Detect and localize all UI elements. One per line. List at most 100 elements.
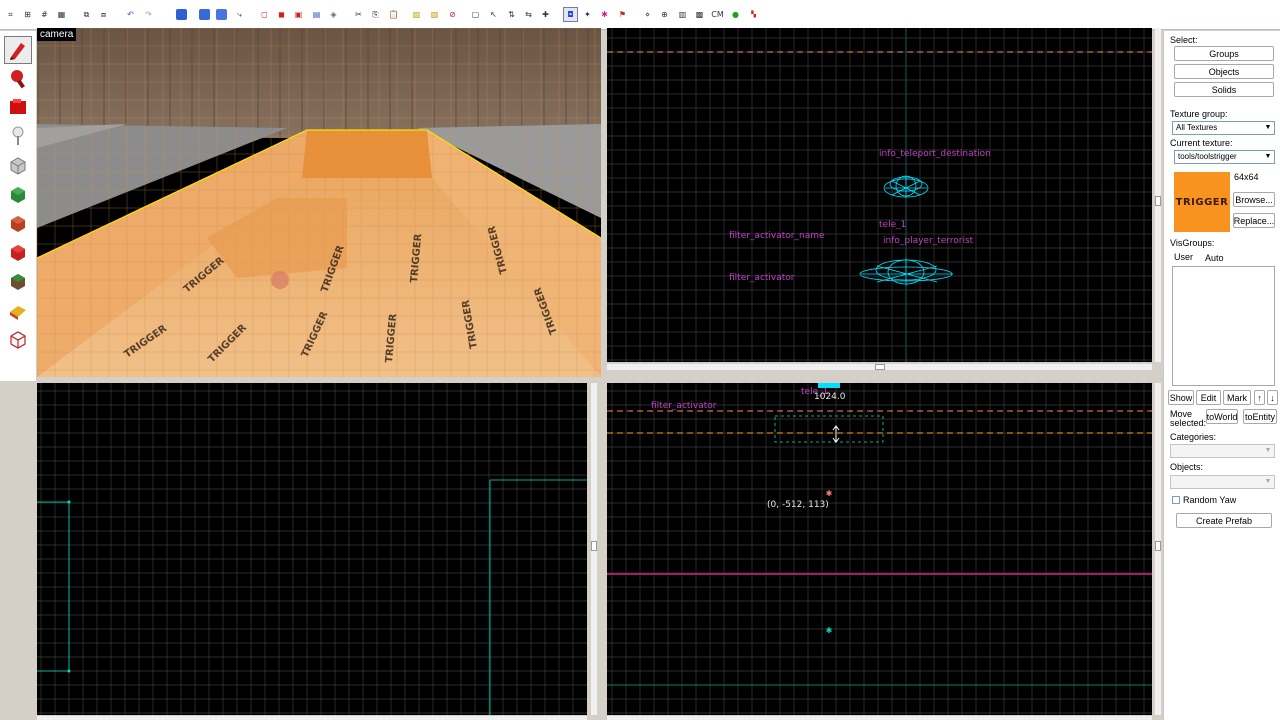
show-button[interactable]: Show	[1168, 390, 1194, 405]
visgroups-list[interactable]	[1172, 266, 1275, 386]
decal-tool-icon[interactable]	[4, 238, 32, 266]
hollow-icon[interactable]	[197, 7, 212, 22]
grid-icon[interactable]: ⌗	[3, 7, 18, 22]
texture-lock-icon[interactable]: ▨	[409, 7, 424, 22]
front-viewport-hscroll[interactable]	[37, 716, 587, 720]
models-icon[interactable]: ◘	[563, 7, 578, 22]
sprites-icon[interactable]: ●	[728, 7, 743, 22]
overlay-tool-icon[interactable]	[4, 267, 32, 295]
group-icon[interactable]: ⧉	[79, 7, 94, 22]
ungroup-icon[interactable]: ⧈	[96, 7, 111, 22]
chevron-down-icon: ▼	[1264, 153, 1272, 160]
tool-palette	[0, 31, 36, 381]
cut-icon[interactable]: ✂	[351, 7, 366, 22]
objects-select[interactable]: ▼	[1170, 475, 1275, 489]
hide-icon[interactable]: ◻	[257, 7, 272, 22]
svg-text:✱: ✱	[826, 489, 833, 498]
map-info-icon[interactable]: ▥	[675, 7, 690, 22]
ignore-groups-icon[interactable]: ⇅	[504, 7, 519, 22]
movie-icon[interactable]: ▩	[692, 7, 707, 22]
magnify-tool-icon[interactable]	[4, 64, 32, 92]
categories-select[interactable]: ▼	[1170, 444, 1275, 458]
camera-viewport[interactable]: camera TRIGGER TRIGGER TRIGGER TRIGGER T…	[37, 28, 601, 377]
cubemap-icon[interactable]: CM	[710, 7, 725, 22]
visgroups-label: VisGroups:	[1170, 238, 1215, 248]
top-2d-viewport[interactable]: info_teleport_destination tele_1 info_pl…	[607, 28, 1152, 362]
check-problems-icon[interactable]: ⚑	[615, 7, 630, 22]
viewport-grid	[607, 28, 1152, 362]
random-yaw-checkbox[interactable]	[1172, 496, 1180, 504]
objects-label: Objects:	[1170, 462, 1204, 472]
camera-label: camera	[37, 28, 77, 41]
chevron-down-icon: ▼	[1264, 478, 1272, 485]
block-tool-icon[interactable]	[4, 151, 32, 179]
select-groups-button[interactable]: Groups	[1174, 46, 1274, 61]
vertex-icon[interactable]: ⤷	[232, 7, 247, 22]
hammer-editor-window: ⌗ ⊞ # ▦ ⧉ ⧈ ↶ ↷ ⤷ ◻ ◼ ▣ ▤ ◈ ✂ ⎘ 📋 ▨ ▧ ⊘ …	[0, 0, 1280, 720]
browse-button[interactable]: Browse...	[1233, 192, 1275, 207]
move-down-icon[interactable]: ↓	[1267, 390, 1278, 405]
merge-icon[interactable]	[214, 7, 229, 22]
show-all-icon[interactable]: ▤	[309, 7, 324, 22]
3d-view-icon[interactable]: ▚	[746, 7, 761, 22]
select-solids-button[interactable]: Solids	[1174, 82, 1274, 97]
brush-outline-right	[489, 479, 587, 715]
apply-texture-icon[interactable]	[4, 209, 32, 237]
to-world-button[interactable]: toWorld	[1206, 409, 1238, 424]
selection-box	[774, 415, 884, 443]
handles-icon[interactable]: ⇆	[521, 7, 536, 22]
grid-larger-icon[interactable]: ▦	[54, 7, 69, 22]
selection-box-icon[interactable]: ▢	[468, 7, 483, 22]
brush-outline-left	[37, 501, 70, 672]
top-viewport-hscroll[interactable]	[607, 364, 1152, 370]
run-map-icon[interactable]: ⊕	[657, 7, 672, 22]
cursor-icon[interactable]: ↖	[486, 7, 501, 22]
side-viewport-vscroll[interactable]	[1155, 383, 1161, 715]
select-objects-button[interactable]: Objects	[1174, 64, 1274, 79]
3d-grid-icon[interactable]: ⊞	[20, 7, 35, 22]
side-2d-viewport[interactable]: ✱ ✱ filter_activator tele_1 1024.0 (0, -…	[607, 383, 1152, 715]
move-up-icon[interactable]: ↑	[1254, 390, 1265, 405]
teleport-destination-mesh	[883, 175, 929, 198]
to-entity-button[interactable]: toEntity	[1243, 409, 1277, 424]
entity-report-icon[interactable]: ✱	[597, 7, 612, 22]
create-prefab-button[interactable]: Create Prefab	[1176, 513, 1272, 528]
front-2d-viewport[interactable]	[37, 383, 587, 715]
align-icon[interactable]: ✚	[538, 7, 553, 22]
texture-scale-lock-icon[interactable]: ▧	[427, 7, 442, 22]
replace-button[interactable]: Replace...	[1233, 213, 1275, 228]
copy-icon[interactable]: ⎘	[368, 7, 383, 22]
top-viewport-vscroll[interactable]	[1155, 28, 1161, 362]
current-texture-label: Current texture:	[1170, 138, 1233, 148]
vertex-tool-icon[interactable]	[4, 325, 32, 353]
undo-icon[interactable]: ↶	[123, 7, 138, 22]
front-viewport-vscroll[interactable]	[591, 383, 597, 715]
show-icon[interactable]: ◼	[274, 7, 289, 22]
current-texture-select[interactable]: tools/toolstrigger ▼	[1174, 150, 1275, 164]
texture-preview[interactable]: TRIGGER	[1174, 172, 1230, 232]
texture-group-select[interactable]: All Textures ▼	[1172, 121, 1275, 135]
select-label: Select:	[1170, 35, 1198, 45]
texture-tool-icon[interactable]	[4, 180, 32, 208]
visgroup-icon[interactable]: ◈	[326, 7, 341, 22]
paste-icon[interactable]: 📋	[386, 7, 401, 22]
camera-tool-icon[interactable]	[4, 93, 32, 121]
carve-icon[interactable]	[174, 7, 189, 22]
no-texture-icon[interactable]: ⊘	[445, 7, 460, 22]
compile-icon[interactable]: ⋄	[640, 7, 655, 22]
move-selected-label-2: selected:	[1170, 418, 1207, 428]
side-viewport-hscroll[interactable]	[607, 716, 1152, 720]
hide-unselected-icon[interactable]: ▣	[291, 7, 306, 22]
helpers-icon[interactable]: ✦	[580, 7, 595, 22]
grid-smaller-icon[interactable]: #	[37, 7, 52, 22]
current-texture-value: tools/toolstrigger	[1178, 152, 1237, 161]
coordinate-readout: (0, -512, 113)	[767, 500, 829, 510]
selection-tool-icon[interactable]	[4, 36, 32, 64]
mark-button[interactable]: Mark	[1223, 390, 1251, 405]
clip-tool-icon[interactable]	[4, 296, 32, 324]
entity-tool-icon[interactable]	[4, 122, 32, 150]
redo-icon[interactable]: ↷	[141, 7, 156, 22]
tab-user[interactable]: User	[1174, 252, 1193, 262]
tab-auto[interactable]: Auto	[1205, 253, 1224, 263]
edit-button[interactable]: Edit	[1196, 390, 1221, 405]
